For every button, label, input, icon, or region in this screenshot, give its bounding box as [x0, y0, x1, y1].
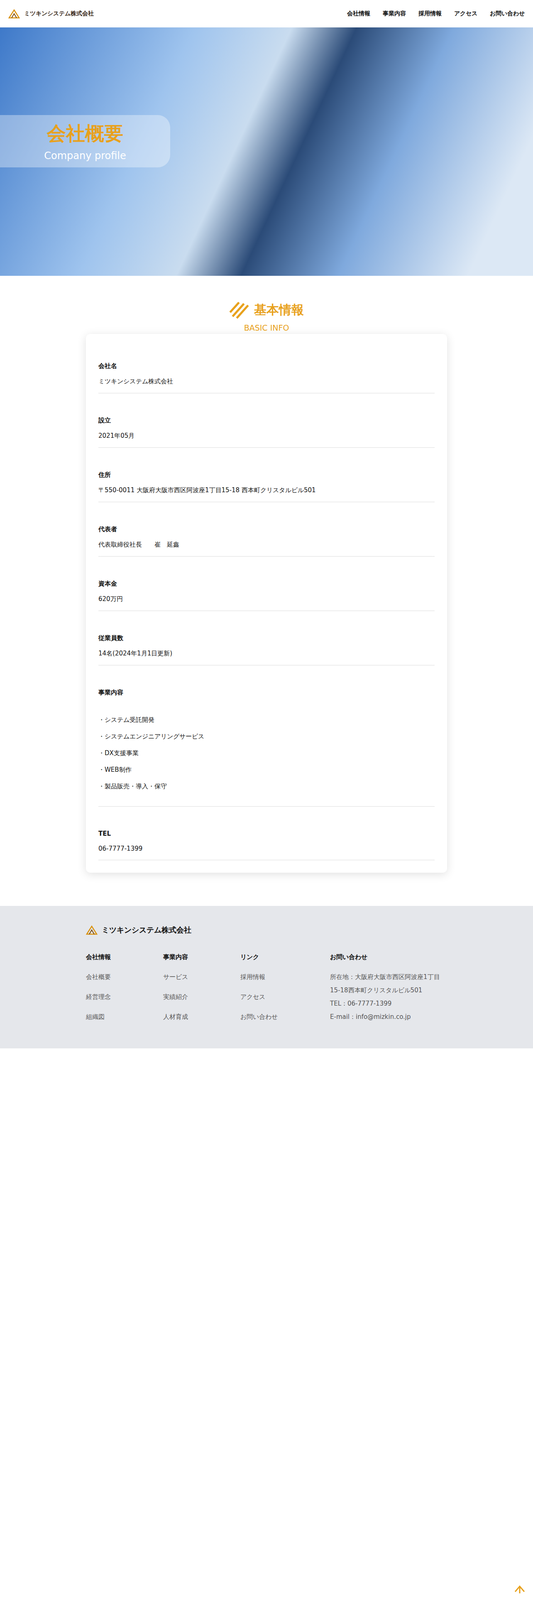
- hero-title: 会社概要: [46, 120, 124, 147]
- info-row: 事業内容 ・システム受託開発・システムエンジニアリングサービス・DX支援事業・W…: [98, 665, 435, 807]
- contact-line: E-mail：info@mizkin.co.jp: [330, 1009, 441, 1023]
- hero-banner: 会社概要 Company profile: [0, 27, 533, 276]
- info-row: 資本金 620万円: [98, 556, 435, 611]
- footer-column-title: 事業内容: [163, 952, 241, 961]
- main-nav: 会社情報 事業内容 採用情報 アクセス お問い合わせ: [347, 9, 525, 18]
- info-label: 設立: [98, 416, 435, 425]
- footer-contact: お問い合わせ 所在地：大阪府大阪市西区阿波座1丁目15-18西本町クリスタルビル…: [330, 952, 441, 1030]
- footer-link[interactable]: 経営理念: [85, 989, 164, 1003]
- info-label: 代表者: [98, 525, 435, 533]
- logo-icon: [85, 924, 98, 935]
- footer-link[interactable]: 会社概要: [85, 969, 164, 983]
- info-label: TEL: [98, 829, 435, 837]
- logo-icon: [8, 8, 20, 19]
- section-title: 基本情報: [254, 301, 304, 319]
- info-row: 会社名 ミツキンシステム株式会社: [98, 338, 435, 394]
- nav-item[interactable]: 採用情報: [418, 9, 442, 18]
- stripes-icon: [229, 300, 250, 319]
- info-list-item: ・DX支援事業: [98, 744, 435, 761]
- info-value: ミツキンシステム株式会社: [98, 377, 435, 386]
- info-card: 会社名 ミツキンシステム株式会社設立 2021年05月住所 〒550-0011 …: [85, 333, 448, 873]
- info-value: 代表取締役社長 崔 延鑫: [98, 540, 435, 549]
- company-name: ミツキンシステム株式会社: [24, 9, 94, 18]
- contact-line: 15-18西本町クリスタルビル501: [330, 982, 441, 997]
- footer-link[interactable]: お問い合わせ: [240, 1009, 331, 1023]
- info-row: 住所 〒550-0011 大阪府大阪市西区阿波座1丁目15-18 西本町クリスタ…: [98, 447, 435, 502]
- info-row: 設立 2021年05月: [98, 393, 435, 448]
- main-content: 基本情報 BASIC INFO 会社名 ミツキンシステム株式会社設立 2021年…: [85, 275, 448, 906]
- info-list-item: ・システム受託開発: [98, 711, 435, 728]
- footer-column-title: 会社情報: [85, 952, 164, 961]
- header: ミツキンシステム株式会社 会社情報 事業内容 採用情報 アクセス お問い合わせ: [0, 0, 533, 28]
- footer-link[interactable]: 実績紹介: [163, 989, 241, 1003]
- footer-link[interactable]: サービス: [163, 969, 241, 983]
- info-label: 従業員数: [98, 633, 435, 642]
- footer-link[interactable]: 採用情報: [240, 969, 331, 983]
- footer-column: 会社情報 会社概要経営理念組織図: [85, 952, 164, 1030]
- footer-column-title: リンク: [240, 952, 331, 961]
- footer-brand[interactable]: ミツキンシステム株式会社: [85, 924, 448, 935]
- info-value: 620万円: [98, 594, 435, 603]
- footer-link[interactable]: 組織図: [85, 1009, 164, 1023]
- info-list-item: ・WEB制作: [98, 760, 435, 778]
- nav-item[interactable]: アクセス: [454, 9, 478, 18]
- section-heading: 基本情報 BASIC INFO: [85, 300, 448, 334]
- contact-line: TEL：06-7777-1399: [330, 996, 441, 1010]
- info-row: 代表者 代表取締役社長 崔 延鑫: [98, 501, 435, 557]
- hero-subtitle: Company profile: [44, 149, 127, 162]
- hero-panel: 会社概要 Company profile: [0, 114, 171, 168]
- info-list-item: ・製品販売・導入・保守: [98, 777, 435, 795]
- footer-column: 事業内容 サービス実績紹介人材育成: [163, 952, 241, 1030]
- nav-item[interactable]: 会社情報: [347, 9, 371, 18]
- info-label: 住所: [98, 470, 435, 479]
- footer-column-title: お問い合わせ: [330, 952, 441, 961]
- footer-column: リンク 採用情報アクセスお問い合わせ: [240, 952, 331, 1030]
- info-value: 06-7777-1399: [98, 844, 435, 852]
- footer-company-name: ミツキンシステム株式会社: [101, 924, 192, 935]
- info-label: 会社名: [98, 361, 435, 370]
- info-list: ・システム受託開発・システムエンジニアリングサービス・DX支援事業・WEB制作・…: [98, 711, 435, 795]
- info-row: TEL 06-7777-1399: [98, 806, 435, 860]
- info-value: 2021年05月: [98, 431, 435, 440]
- footer-link[interactable]: アクセス: [240, 989, 331, 1003]
- contact-line: 所在地：大阪府大阪市西区阿波座1丁目: [330, 969, 441, 983]
- page: ミツキンシステム株式会社 会社情報事業内容採用情報アクセスお問い合わせ 会社概要…: [0, 0, 533, 1599]
- info-value: 14名(2024年1月1日更新): [98, 649, 435, 658]
- brand-logo[interactable]: ミツキンシステム株式会社: [8, 8, 94, 19]
- footer: ミツキンシステム株式会社 会社情報 会社概要経営理念組織図事業内容 サービス実績…: [0, 905, 533, 1048]
- info-value: 〒550-0011 大阪府大阪市西区阿波座1丁目15-18 西本町クリスタルビル…: [98, 486, 435, 494]
- info-label: 資本金: [98, 579, 435, 588]
- section-subtitle: BASIC INFO: [244, 322, 290, 333]
- info-label: 事業内容: [98, 688, 435, 697]
- nav-item[interactable]: お問い合わせ: [489, 9, 525, 18]
- scroll-top-arrow-icon[interactable]: [513, 1583, 526, 1593]
- info-row: 従業員数 14名(2024年1月1日更新): [98, 610, 435, 666]
- footer-link[interactable]: 人材育成: [163, 1009, 241, 1023]
- info-list-item: ・システムエンジニアリングサービス: [98, 727, 435, 745]
- nav-item[interactable]: 事業内容: [382, 9, 406, 18]
